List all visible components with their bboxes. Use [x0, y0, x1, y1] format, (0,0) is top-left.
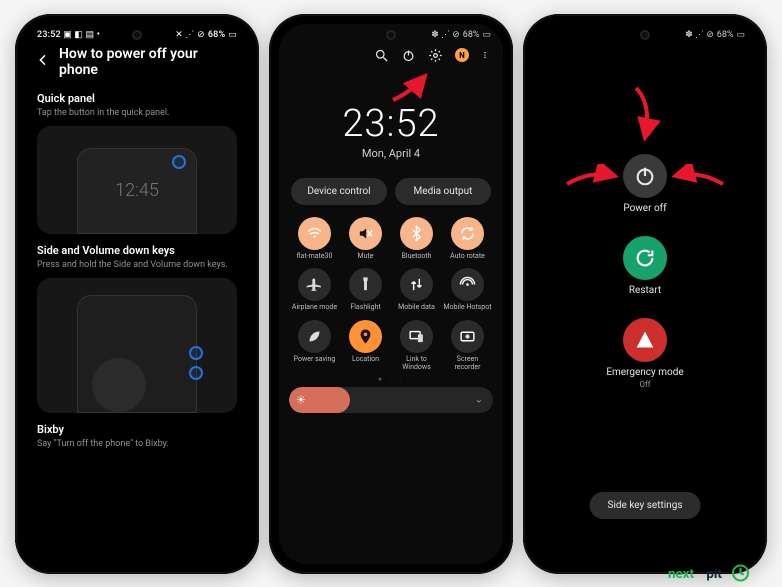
svg-text:next: next [668, 567, 694, 582]
section-sub-side-keys: Press and hold the Side and Volume down … [37, 260, 237, 270]
qs-tile-screenrecorder[interactable]: Screen recorder [442, 320, 493, 371]
restart-button[interactable]: Restart [623, 236, 667, 296]
status-right-icons: ✽ ⋰ ⊘ [685, 30, 714, 40]
power-icon [623, 154, 667, 198]
leaf-icon [298, 320, 331, 353]
battery-icon: ▭ [482, 30, 491, 40]
phone-frame-2: ✽ ⋰ ⊘ 68% ▭ N 23:52 Mon, Ap [269, 14, 513, 574]
qs-tile-flashlight[interactable]: Flashlight [340, 268, 391, 312]
page-indicator: ● · · [279, 375, 503, 383]
qs-tile-powersaving[interactable]: Power saving [289, 320, 340, 371]
status-right-icons: ✽ ⋰ ⊘ [431, 30, 460, 40]
power-off-button[interactable]: Power off [623, 154, 667, 214]
highlight-side-key [189, 366, 203, 380]
battery-icon: ▭ [736, 30, 745, 40]
status-left-icons: ▣ ◧ ▤ • [63, 30, 100, 40]
status-battery: 68% [717, 30, 734, 40]
phone-frame-3: ✽ ⋰ ⊘ 68% ▭ [523, 14, 767, 574]
screen-1: 23:52 ▣ ◧ ▤ • ✕ ⋰ ⊘ 68% ▭ How to power o… [25, 24, 249, 564]
status-right-icons: ✕ ⋰ ⊘ [175, 30, 205, 40]
front-camera [386, 30, 396, 40]
illustration-side-keys [37, 278, 237, 413]
screen-3: ✽ ⋰ ⊘ 68% ▭ [533, 24, 757, 564]
emergency-mode-button[interactable]: Emergency mode Off [606, 318, 683, 389]
chevron-down-icon[interactable]: ⌄ [475, 395, 483, 406]
qs-tile-mobiledata[interactable]: Mobile data [391, 268, 442, 312]
status-time: 23:52 [37, 30, 61, 40]
qs-tile-linktowindows[interactable]: Link to Windows [391, 320, 442, 371]
watermark-logo: next pit [668, 563, 768, 583]
media-output-button[interactable]: Media output [395, 178, 491, 205]
svg-text:pit: pit [706, 567, 722, 582]
search-icon[interactable] [374, 48, 389, 63]
qs-tile-mute[interactable]: Mute [340, 217, 391, 261]
qs-tile-wifi[interactable]: flat-mate30 [289, 217, 340, 261]
annotation-arrow [389, 70, 433, 104]
status-battery: 68% [208, 30, 225, 40]
battery-icon: ▭ [228, 30, 237, 40]
bluetooth-icon [400, 217, 433, 250]
brightness-slider[interactable]: ☀ ⌄ [289, 387, 493, 413]
mock-time: 12:45 [115, 180, 159, 201]
illustration-quick-panel: 12:45 [37, 126, 237, 234]
restart-icon [623, 236, 667, 280]
section-sub-quick-panel: Tap the button in the quick panel. [37, 108, 237, 118]
wifi-icon [298, 217, 331, 250]
annotation-arrow-top [628, 84, 662, 144]
alert-icon [623, 318, 667, 362]
hotspot-icon [451, 268, 484, 301]
clock-block: 23:52 Mon, April 4 [279, 105, 503, 160]
clock-date: Mon, April 4 [279, 147, 503, 160]
page-title: How to power off your phone [59, 46, 239, 78]
sun-icon: ☀ [296, 394, 306, 407]
side-key-settings-button[interactable]: Side key settings [590, 492, 701, 519]
rotate-icon [451, 217, 484, 250]
data-icon [400, 268, 433, 301]
record-icon [451, 320, 484, 353]
front-camera [640, 30, 650, 40]
link-icon [400, 320, 433, 353]
flashlight-icon [349, 268, 382, 301]
power-icon[interactable] [401, 48, 416, 63]
qs-tile-hotspot[interactable]: Mobile Hotspot [442, 268, 493, 312]
qs-tile-location[interactable]: Location [340, 320, 391, 371]
section-heading-bixby: Bixby [37, 423, 237, 436]
section-heading-quick-panel: Quick panel [37, 92, 237, 105]
qs-tile-airplane[interactable]: Airplane mode [289, 268, 340, 312]
pin-icon [349, 320, 382, 353]
section-sub-bixby: Say "Turn off the phone" to Bixby. [37, 439, 237, 449]
qs-tile-bluetooth[interactable]: Bluetooth [391, 217, 442, 261]
qs-tile-autorotate[interactable]: Auto rotate [442, 217, 493, 261]
section-heading-side-keys: Side and Volume down keys [37, 244, 237, 257]
phone-frame-1: 23:52 ▣ ◧ ▤ • ✕ ⋰ ⊘ 68% ▭ How to power o… [15, 14, 259, 574]
more-icon[interactable] [481, 48, 489, 63]
quicksettings-grid: flat-mate30 Mute Bluetooth Auto rotate A… [279, 205, 503, 372]
screen-2: ✽ ⋰ ⊘ 68% ▭ N 23:52 Mon, Ap [279, 24, 503, 564]
highlight-volume-down [189, 346, 203, 360]
clock-time: 23:52 [279, 105, 503, 143]
highlight-power-icon [172, 155, 186, 169]
gear-icon[interactable] [428, 48, 443, 63]
airplane-icon [298, 268, 331, 301]
status-battery: 68% [463, 30, 480, 40]
front-camera [132, 30, 142, 40]
notification-badge[interactable]: N [455, 48, 469, 62]
quicksettings-header: N [279, 42, 503, 69]
mute-icon [349, 217, 382, 250]
device-control-button[interactable]: Device control [291, 178, 387, 205]
back-icon[interactable] [35, 52, 51, 72]
